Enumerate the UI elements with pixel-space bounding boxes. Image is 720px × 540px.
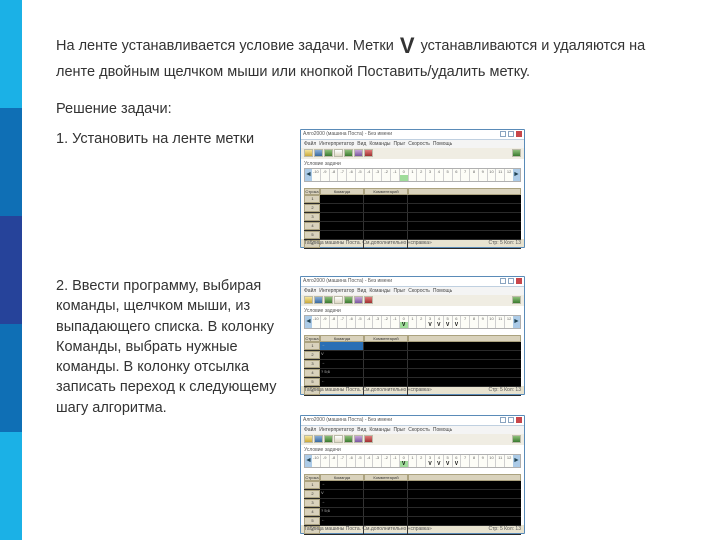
mark-v-icon: V bbox=[400, 30, 415, 62]
screenshot-2: Алго2000 (машина Поста) - Без имениФайлИ… bbox=[300, 276, 525, 395]
screenshot-3: Алго2000 (машина Поста) - Без имениФайлИ… bbox=[300, 415, 525, 534]
screenshot-1: Алго2000 (машина Поста) - Без имениФайлИ… bbox=[300, 129, 525, 248]
accent-sidebar bbox=[0, 0, 22, 540]
tape-left-icon: ◄ bbox=[305, 169, 312, 181]
solution-label: Решение задачи: bbox=[56, 101, 676, 117]
step2-text: 2. Ввести программу, выбирая команды, ще… bbox=[56, 276, 282, 534]
step1-text: 1. Установить на ленте метки bbox=[56, 129, 282, 248]
tape-right-icon: ► bbox=[513, 455, 520, 467]
play-icon bbox=[512, 435, 521, 443]
play-icon bbox=[512, 296, 521, 304]
intro-text: На ленте устанавливается условие задачи.… bbox=[56, 30, 676, 83]
tape-right-icon: ► bbox=[513, 169, 520, 181]
tape-left-icon: ◄ bbox=[305, 455, 312, 467]
tape-right-icon: ► bbox=[513, 316, 520, 328]
tape-left-icon: ◄ bbox=[305, 316, 312, 328]
play-icon bbox=[512, 149, 521, 157]
